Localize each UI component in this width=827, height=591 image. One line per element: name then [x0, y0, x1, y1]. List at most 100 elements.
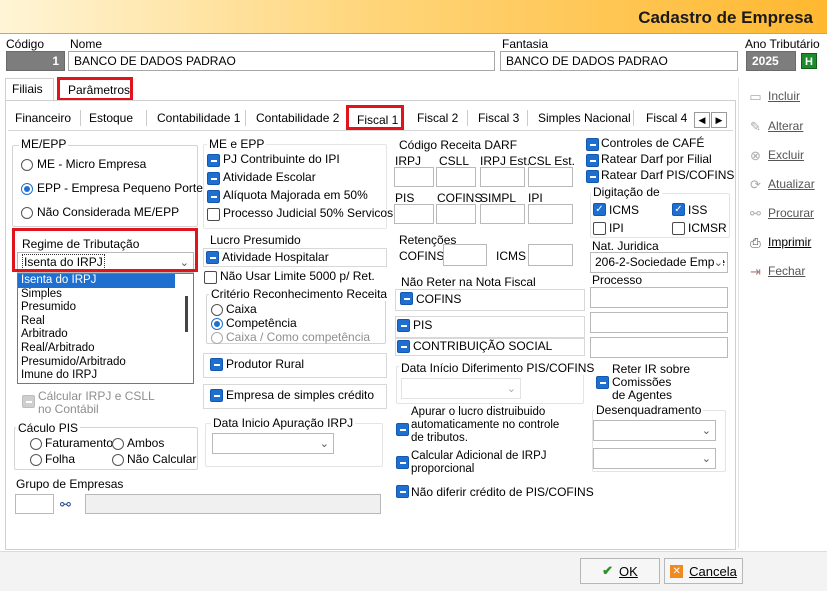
lucro-presumido-title: Lucro Presumido — [210, 233, 301, 247]
radio-epp[interactable] — [21, 183, 33, 195]
processo-judicial-checkbox[interactable] — [207, 208, 220, 221]
chevron-down-icon: ⌄ — [319, 438, 329, 450]
atividade-hospitalar-checkbox[interactable] — [206, 251, 219, 264]
ano-history-button[interactable]: H — [801, 53, 817, 69]
tab-fiscal-4[interactable]: Fiscal 4 — [646, 111, 687, 125]
ratear-pis-cofins-checkbox[interactable] — [586, 170, 599, 183]
aliquota-majorada-checkbox[interactable] — [207, 190, 220, 203]
regime-option[interactable]: Real — [18, 315, 193, 329]
regime-option[interactable]: Real/Arbitrado — [18, 342, 193, 356]
tab-contabilidade-2[interactable]: Contabilidade 2 — [256, 111, 339, 125]
processo-input-3[interactable] — [590, 337, 728, 358]
tab-simples-nacional[interactable]: Simples Nacional — [538, 111, 631, 125]
darf-ipi-input[interactable] — [528, 204, 573, 224]
alterar-button[interactable]: ✎ Alterar — [742, 113, 820, 139]
radio-competencia[interactable] — [211, 318, 223, 330]
radio-epp-label: EPP - Empresa Pequeno Porte — [37, 181, 203, 195]
nao-reter-cofins-checkbox[interactable] — [400, 292, 413, 305]
tab-fiscal-2[interactable]: Fiscal 2 — [417, 111, 458, 125]
tab-contabilidade-1[interactable]: Contabilidade 1 — [157, 111, 240, 125]
refresh-icon: ⟳ — [750, 176, 761, 192]
nao-reter-pis-checkbox[interactable] — [397, 319, 410, 332]
tab-scroll-left-icon[interactable]: ◀ — [694, 112, 710, 128]
processo-input-2[interactable] — [590, 312, 728, 333]
ratear-filial-checkbox[interactable] — [586, 154, 599, 167]
binoculars-icon[interactable]: ⚯ — [60, 497, 71, 513]
nome-field[interactable]: BANCO DE DADOS PADRAO — [68, 51, 495, 71]
binoculars-icon: ⚯ — [750, 205, 761, 221]
radio-faturamento[interactable] — [30, 438, 42, 450]
calc-irpj-checkbox[interactable] — [22, 395, 35, 408]
desenquadramento-select-1[interactable]: ⌄ — [593, 420, 716, 441]
darf-simpl-input[interactable] — [480, 204, 525, 224]
regime-option[interactable]: Simples — [18, 288, 193, 302]
tab-fiscal-3[interactable]: Fiscal 3 — [478, 111, 519, 125]
regime-option[interactable]: Imune do IRPJ — [18, 369, 193, 383]
tab-estoque[interactable]: Estoque — [89, 111, 133, 125]
processo-input-1[interactable] — [590, 287, 728, 308]
nao-diferir-checkbox[interactable] — [396, 485, 409, 498]
nat-juridica-select[interactable]: 206-2-Sociedade Empre ⌄ — [590, 252, 728, 273]
tab-scroll-right-icon[interactable]: ▶ — [711, 112, 727, 128]
desenquadramento-select-2[interactable]: ⌄ — [593, 448, 716, 469]
fantasia-label: Fantasia — [502, 37, 549, 51]
radio-ambos[interactable] — [112, 438, 124, 450]
excluir-button[interactable]: ⊗ Excluir — [742, 142, 820, 168]
data-apuracao-select[interactable]: ⌄ — [212, 433, 334, 454]
comissoes-checkbox[interactable] — [596, 376, 609, 389]
digitacao-ipi-checkbox[interactable] — [593, 222, 606, 235]
regime-option[interactable]: Presumido — [18, 301, 193, 315]
regime-option[interactable]: Isenta do IRPJ — [18, 274, 175, 288]
regime-option[interactable]: Arbitrado — [18, 328, 193, 342]
list-scrollbar[interactable] — [185, 296, 188, 332]
nao-usar-limite-checkbox[interactable] — [204, 271, 217, 284]
chevron-down-icon: ⌄ — [506, 383, 516, 395]
radio-me[interactable] — [21, 159, 33, 171]
fantasia-field[interactable]: BANCO DE DADOS PADRAO — [500, 51, 738, 71]
controles-cafe-checkbox[interactable] — [586, 138, 599, 151]
radio-nao-calcular[interactable] — [112, 454, 124, 466]
produtor-rural-checkbox[interactable] — [210, 358, 223, 371]
nao-reter-contribuicao-checkbox[interactable] — [397, 340, 410, 353]
darf-csll-input[interactable] — [436, 167, 476, 187]
tab-financeiro[interactable]: Financeiro — [15, 111, 71, 125]
imprimir-button[interactable]: ⎙ Imprimir — [742, 229, 820, 255]
atividade-escolar-checkbox[interactable] — [207, 172, 220, 185]
ano-field[interactable]: 2025 — [746, 51, 796, 71]
delete-icon: ⊗ — [750, 147, 761, 163]
atualizar-button[interactable]: ⟳ Atualizar — [742, 171, 820, 197]
radio-caixa[interactable] — [211, 304, 223, 316]
cancel-button[interactable]: ✕ Cancela — [664, 558, 743, 584]
fechar-button[interactable]: ⇥ Fechar — [742, 258, 820, 284]
radio-folha[interactable] — [30, 454, 42, 466]
darf-csl-est-input[interactable] — [528, 167, 573, 187]
grupo-empresas-name — [85, 494, 381, 514]
procurar-button[interactable]: ⚯ Procurar — [742, 200, 820, 226]
grupo-empresas-code[interactable] — [15, 494, 54, 514]
tab-separator — [467, 110, 468, 126]
darf-irpj-input[interactable] — [394, 167, 434, 187]
darf-simpl-label: SIMPL — [480, 191, 517, 205]
digitacao-icmsr-checkbox[interactable] — [672, 222, 685, 235]
digitacao-icms-checkbox[interactable]: ✓ — [593, 203, 606, 216]
radio-nao-considerada[interactable] — [21, 207, 33, 219]
radio-caixa-competencia[interactable] — [211, 332, 223, 344]
codigo-field[interactable]: 1 — [6, 51, 65, 71]
pj-ipi-checkbox[interactable] — [207, 154, 220, 167]
darf-irpj-est-input[interactable] — [480, 167, 525, 187]
regime-option[interactable]: Presumido/Arbitrado — [18, 356, 193, 370]
regime-dropdown-list[interactable]: Isenta do IRPJ Simples Presumido Real Ar… — [17, 273, 194, 384]
ok-button[interactable]: ✔ OK — [580, 558, 660, 584]
retencoes-cofins-input[interactable] — [443, 244, 487, 266]
incluir-button[interactable]: ▭ Incluir — [742, 83, 820, 109]
darf-pis-input[interactable] — [394, 204, 434, 224]
incluir-label: Incluir — [768, 89, 801, 103]
retencoes-icms-input[interactable] — [528, 244, 573, 266]
calcular-adicional-checkbox[interactable] — [396, 456, 409, 469]
empresa-simples-checkbox[interactable] — [210, 389, 223, 402]
darf-cofins-input[interactable] — [436, 204, 476, 224]
apurar-checkbox[interactable] — [396, 423, 409, 436]
digitacao-iss-checkbox[interactable]: ✓ — [672, 203, 685, 216]
processo-label: Processo — [592, 273, 643, 287]
diferimento-select[interactable]: ⌄ — [401, 378, 521, 399]
